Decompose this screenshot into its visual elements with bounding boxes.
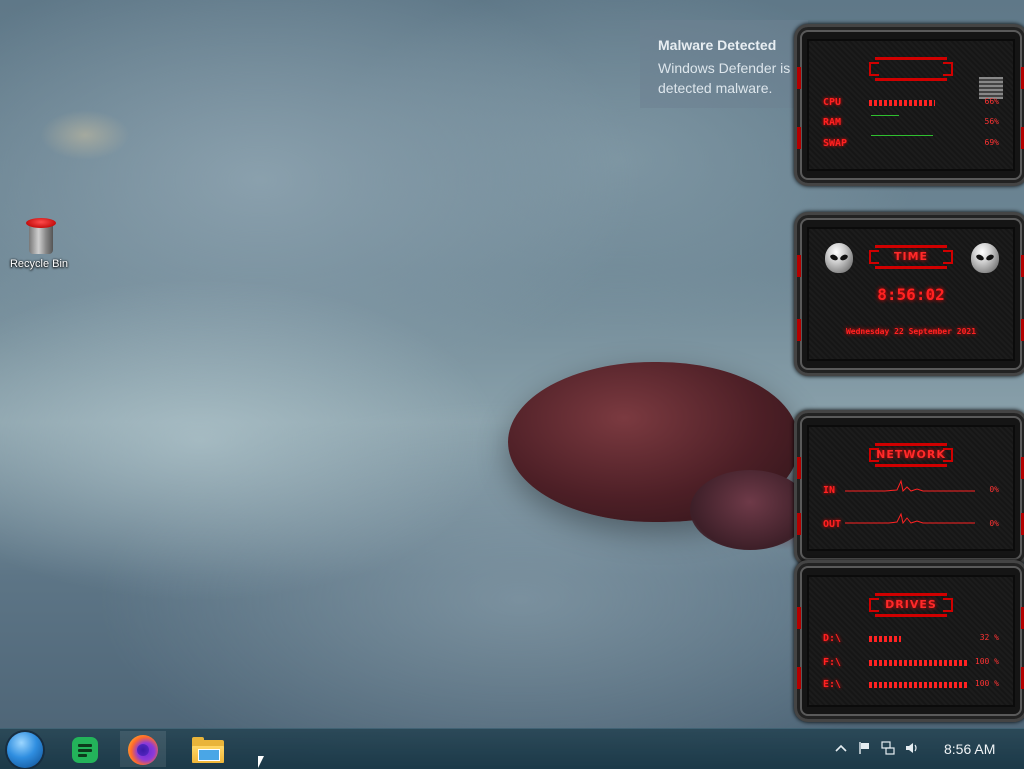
- taskbar-app-notes[interactable]: [62, 731, 108, 767]
- drives-gadget[interactable]: DRIVES D:\ 32 % F:\ 100 % E:\ 100 %: [794, 560, 1024, 722]
- green-notes-icon: [72, 737, 98, 763]
- row-label: CPU: [823, 97, 842, 108]
- wallpaper-pebble-small: [690, 470, 810, 550]
- mouse-cursor: [258, 756, 264, 768]
- row-value: 100 %: [974, 657, 999, 666]
- row-label: OUT: [823, 519, 842, 530]
- row-value: 0%: [989, 519, 999, 528]
- recycle-bin-icon: [23, 214, 56, 256]
- gadget-title: NETWORK: [876, 448, 946, 461]
- gadget-title: DRIVES: [885, 598, 937, 611]
- system-row-swap: SWAP 69%: [823, 138, 999, 150]
- row-label: IN: [823, 485, 836, 496]
- taskbar-clock[interactable]: 8:56 AM: [944, 741, 995, 757]
- row-value: 56%: [984, 117, 999, 126]
- system-monitor-gadget[interactable]: CPU 66% RAM 56% SWAP 69%: [794, 24, 1024, 186]
- network-out-graph: [845, 512, 975, 525]
- network-in-graph: [845, 479, 975, 493]
- network-gadget[interactable]: NETWORK IN 0% OUT 0%: [794, 410, 1024, 566]
- time-gadget[interactable]: TIME 8:56:02 Wednesday 22 September 2021: [794, 212, 1024, 376]
- drive-row-d: D:\ 32 %: [823, 633, 999, 645]
- row-value: 69%: [984, 138, 999, 147]
- swap-graph-line: [871, 135, 933, 136]
- row-label: SWAP: [823, 138, 848, 149]
- ram-graph-line: [871, 115, 899, 116]
- row-label: E:\: [823, 679, 842, 690]
- taskbar-app-firefox[interactable]: [120, 731, 166, 767]
- row-value: 66%: [984, 97, 999, 106]
- row-value: 0%: [989, 485, 999, 494]
- taskbar: 8:56 AM: [0, 728, 1024, 769]
- row-label: D:\: [823, 633, 842, 644]
- gadget-clock: 8:56:02: [877, 285, 945, 304]
- notification-title: Malware Detected: [658, 37, 777, 53]
- notification-toast[interactable]: Malware Detected Windows Defender is tak…: [640, 20, 926, 108]
- system-row-cpu: CPU 66%: [823, 97, 999, 109]
- folder-icon: [192, 737, 224, 763]
- chevron-up-icon[interactable]: [834, 741, 848, 755]
- usage-bar: [869, 660, 969, 666]
- wallpaper-highlight: [40, 110, 130, 160]
- usage-bar: [869, 100, 935, 106]
- taskbar-app-file-explorer[interactable]: [184, 731, 230, 767]
- desktop-icon-recycle-bin[interactable]: Recycle Bin: [6, 214, 72, 270]
- row-value: 32 %: [979, 633, 999, 642]
- usage-bar: [869, 636, 901, 642]
- drive-row-f: F:\ 100 %: [823, 657, 999, 669]
- system-row-ram: RAM 56%: [823, 117, 999, 129]
- flag-icon[interactable]: [857, 741, 871, 755]
- desktop-icon-label: Recycle Bin: [9, 258, 69, 270]
- network-icon[interactable]: [881, 741, 895, 755]
- firefox-icon: [128, 735, 158, 765]
- row-value: 100 %: [974, 679, 999, 688]
- header-bracket: [869, 57, 953, 81]
- usage-bar: [869, 682, 969, 688]
- start-orb-icon[interactable]: [7, 732, 43, 768]
- volume-icon[interactable]: [905, 741, 919, 755]
- chip-icon: [979, 77, 1003, 99]
- gadget-date: Wednesday 22 September 2021: [845, 327, 977, 336]
- row-label: F:\: [823, 657, 842, 668]
- row-label: RAM: [823, 117, 842, 128]
- drive-row-e: E:\ 100 %: [823, 679, 999, 691]
- gadget-title: TIME: [893, 250, 929, 263]
